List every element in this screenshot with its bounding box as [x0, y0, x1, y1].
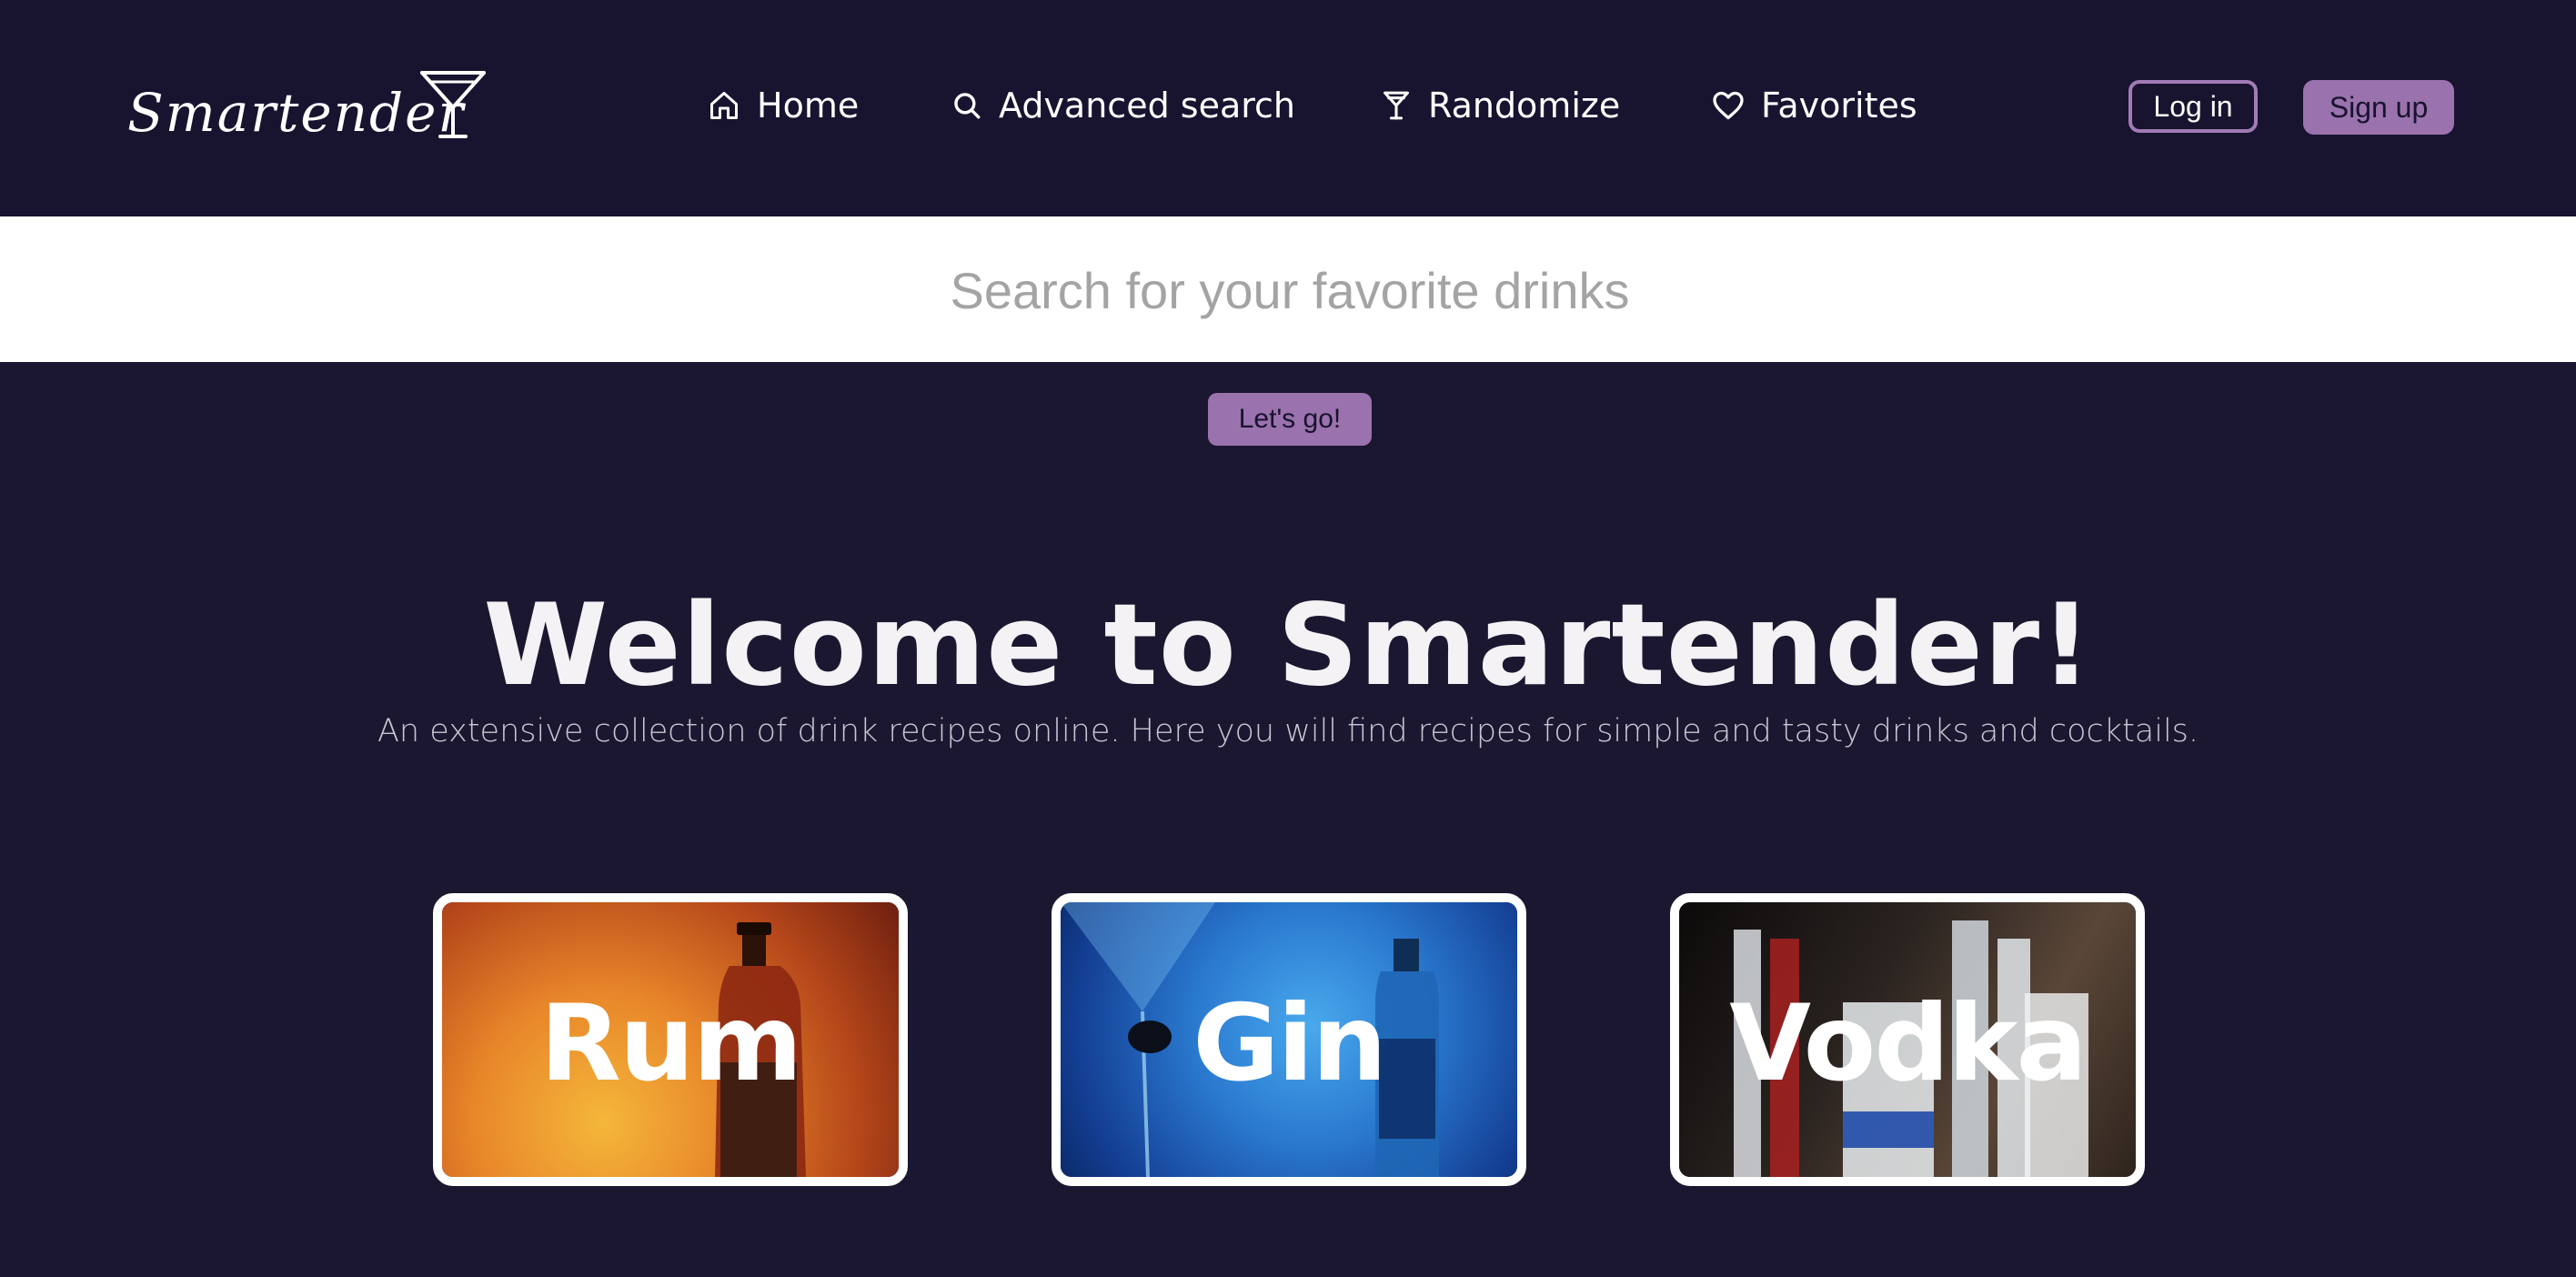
category-card-vodka[interactable]: Vodka — [1670, 893, 2145, 1186]
login-button[interactable]: Log in — [2128, 80, 2258, 133]
home-icon — [710, 92, 738, 119]
nav-randomize-label: Randomize — [1428, 85, 1621, 126]
hero-title: Welcome to Smartender! — [483, 580, 2093, 711]
nav-home[interactable]: Home — [708, 78, 859, 133]
category-label: Gin — [1192, 981, 1387, 1105]
nav-favorites[interactable]: Favorites — [1712, 78, 1917, 133]
category-label: Rum — [539, 981, 803, 1105]
nav-home-label: Home — [757, 85, 860, 126]
site-header: Smartender Home Advanced search Randomiz… — [0, 0, 2576, 216]
search-bar — [0, 216, 2576, 364]
signup-button[interactable]: Sign up — [2303, 80, 2454, 135]
hero-subtitle: An extensive collection of drink recipes… — [377, 713, 2199, 749]
cocktail-glass-icon — [1384, 91, 1409, 120]
logo-text: Smartender — [127, 82, 466, 144]
category-card-rum[interactable]: Rum — [433, 893, 908, 1186]
nav-advanced-search-label: Advanced search — [999, 85, 1296, 126]
cocktail-glass-icon — [420, 71, 486, 138]
heart-icon — [1713, 91, 1744, 120]
nav-randomize[interactable]: Randomize — [1381, 78, 1620, 133]
nav-favorites-label: Favorites — [1761, 85, 1917, 126]
search-input[interactable] — [0, 216, 2576, 364]
category-card-gin[interactable]: Gin — [1052, 893, 1526, 1186]
search-submit-button[interactable]: Let's go! — [1208, 393, 1372, 446]
logo[interactable]: Smartender — [127, 67, 491, 149]
search-icon — [954, 93, 981, 119]
nav-advanced-search[interactable]: Advanced search — [951, 78, 1295, 133]
category-label: Vodka — [1729, 981, 2088, 1105]
